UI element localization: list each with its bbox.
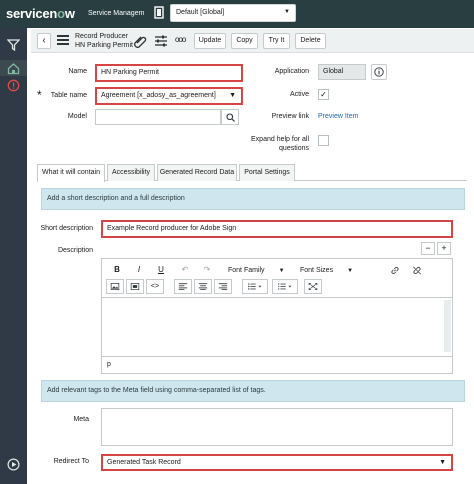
name-label: Name [68,68,87,75]
more-options-icon[interactable]: ooo [175,35,189,49]
tab-accessibility[interactable]: Accessibility [107,164,155,181]
filter-icon[interactable] [7,38,20,51]
info-icon [374,67,384,77]
tab-what-it-will-contain[interactable]: What it will contain [37,164,105,182]
tab-portal-settings[interactable]: Portal Settings [239,164,295,181]
home-icon[interactable] [7,62,20,75]
redo-icon[interactable]: ↷ [198,263,216,278]
numbered-list-icon[interactable] [272,279,298,294]
alert-icon[interactable] [7,79,20,92]
form-tabs: What it will contain Accessibility Gener… [37,164,467,182]
preview-link-label: Preview link [271,113,309,120]
short-description-input[interactable]: Example Record producer for Adobe Sign [101,220,453,238]
settings-sliders-icon[interactable] [154,34,168,48]
update-button[interactable]: Update [194,33,226,49]
application-field: Global [318,64,366,80]
model-label: Model [67,113,87,120]
editor-toolbar-row-2: <> [104,279,450,295]
top-banner: servicenow Service Managem Default [Glob… [0,0,474,28]
app-title: Service Managem [88,10,145,17]
expand-editor-button[interactable]: + [437,242,451,255]
attachment-icon[interactable] [133,34,147,48]
back-button[interactable]: ‹ [37,33,51,49]
align-center-icon[interactable] [194,279,212,294]
bold-button[interactable]: B [108,263,126,278]
chevron-down-icon: ▼ [439,459,446,466]
unlink-icon[interactable] [408,263,426,278]
font-family-dropdown[interactable]: Font Family ▼ [228,263,285,278]
meta-textarea[interactable] [101,408,453,446]
tab-generated-record-data[interactable]: Generated Record Data [157,164,237,181]
servicenow-logo[interactable]: servicenow [6,6,75,21]
search-icon [225,113,235,122]
meta-label: Meta [73,416,89,423]
fullscreen-icon[interactable] [304,279,322,294]
source-code-button[interactable]: <> [146,279,164,294]
chevron-down-icon: ▼ [229,92,236,99]
record-type: Record Producer [75,33,128,40]
preview-item-link[interactable]: Preview Item [318,113,358,120]
left-nav [0,28,27,484]
editor-status-path: p [102,356,452,373]
editor-toolbar-row-1: B I U ↶ ↷ Font Family ▼ Font Sizes ▼ [104,263,450,279]
description-editor: B I U ↶ ↷ Font Family ▼ Font Sizes ▼ <> … [101,258,453,374]
short-description-label: Short description [40,225,93,232]
underline-button[interactable]: U [152,263,170,278]
expand-help-checkbox[interactable] [318,135,329,146]
undo-icon[interactable]: ↶ [176,263,194,278]
align-right-icon[interactable] [214,279,232,294]
form-header: ‹ Record Producer HN Parking Permit ooo … [31,29,474,53]
scope-selector[interactable]: Default [Global] ▼ [170,4,296,22]
document-icon[interactable] [154,6,165,20]
delete-button[interactable]: Delete [295,33,326,49]
application-info-button[interactable] [371,64,387,80]
record-producer-form: Name HN Parking Permit * Table name Agre… [31,54,474,484]
table-name-label: Table name [50,92,87,99]
chevron-left-icon: ‹ [42,35,46,46]
expand-help-label: Expand help for all questions [251,136,309,152]
editor-scrollbar[interactable] [444,300,451,352]
name-input[interactable]: HN Parking Permit [95,64,243,82]
redirect-to-select[interactable]: Generated Task Record ▼ [101,454,453,471]
model-lookup-button[interactable] [221,109,239,125]
chevron-down-icon: ▼ [347,268,354,274]
media-icon[interactable] [126,279,144,294]
chevron-down-icon: ▼ [284,9,290,15]
record-name: HN Parking Permit [75,42,133,49]
description-text-area[interactable] [102,297,452,355]
play-icon[interactable] [7,458,20,471]
font-sizes-dropdown[interactable]: Font Sizes ▼ [300,263,353,278]
align-left-icon[interactable] [174,279,192,294]
bullet-list-icon[interactable] [242,279,268,294]
copy-button[interactable]: Copy [231,33,258,49]
description-label: Description [57,247,93,254]
chevron-down-icon: ▼ [278,268,285,274]
italic-button[interactable]: I [130,263,148,278]
description-info-banner: Add a short description and a full descr… [41,188,465,210]
link-icon[interactable] [386,263,404,278]
active-label: Active [289,91,309,98]
active-checkbox[interactable]: ✓ [318,89,329,100]
collapse-editor-button[interactable]: − [421,242,435,255]
image-icon[interactable] [106,279,124,294]
context-menu-icon[interactable] [57,35,69,45]
application-label: Application [274,68,309,75]
tags-info-banner: Add relevant tags to the Meta field usin… [41,380,465,402]
model-input[interactable] [95,109,221,125]
try-it-button[interactable]: Try It [263,33,290,49]
table-name-select[interactable]: Agreement [x_adosy_as_agreement] ▼ [95,87,243,105]
redirect-to-label: Redirect To [53,458,89,465]
